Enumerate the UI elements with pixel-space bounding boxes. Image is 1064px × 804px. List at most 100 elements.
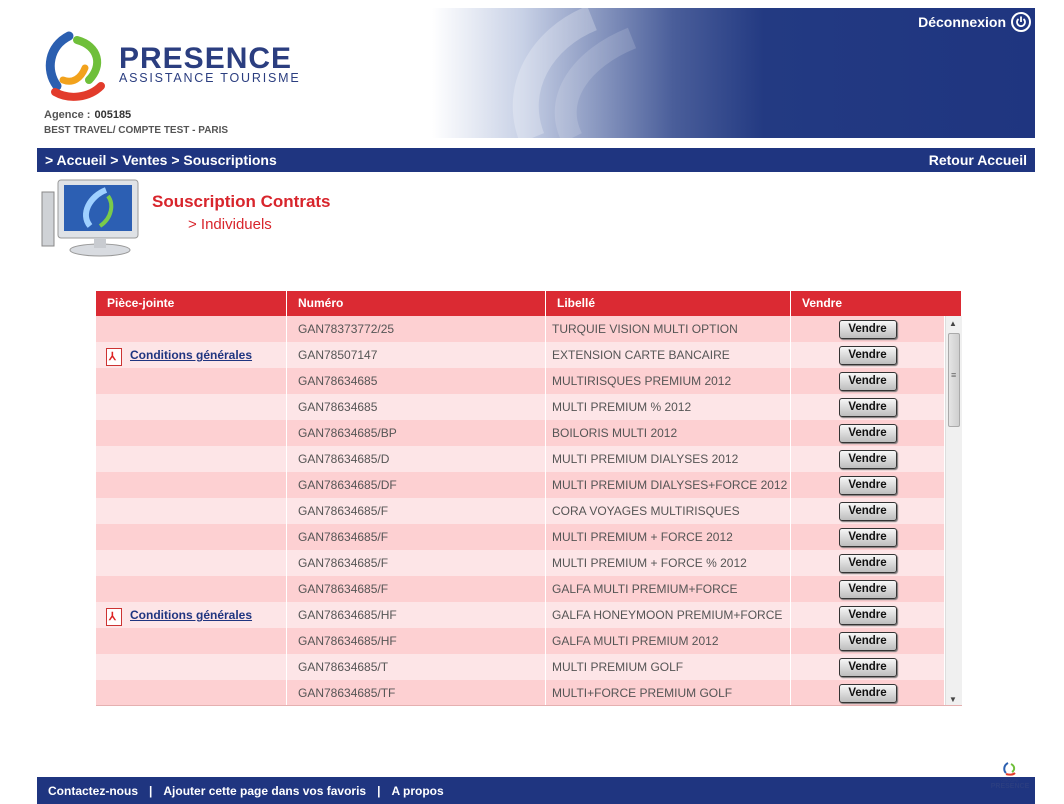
vendre-button[interactable]: Vendre [838,449,897,469]
vendre-button[interactable]: Vendre [838,553,897,573]
agence-code: 005185 [94,109,132,121]
cell-numero: GAN78634685/DF [287,472,546,498]
cell-numero: GAN78634685 [287,394,546,420]
cell-libelle: MULTI PREMIUM + FORCE % 2012 [546,550,791,576]
table-body[interactable]: GAN78373772/25 TURQUIE VISION MULTI OPTIO… [96,316,962,706]
vendre-button[interactable]: Vendre [838,397,897,417]
cell-numero: GAN78634685/BP [287,420,546,446]
cell-numero: GAN78634685/D [287,446,546,472]
vendre-button[interactable]: Vendre [838,605,897,625]
cell-vendre: Vendre [791,680,945,705]
vendre-button[interactable]: Vendre [838,475,897,495]
cell-libelle: TURQUIE VISION MULTI OPTION [546,316,791,342]
monitor-icon [41,179,139,257]
table-row: GAN78634685/T MULTI PREMIUM GOLF Vendre [96,654,962,680]
agence-line: Agence :005185 [44,109,131,121]
cell-vendre: Vendre [791,524,945,550]
col-header-vendre: Vendre [791,291,962,316]
vendre-button[interactable]: Vendre [838,319,897,339]
cell-attachment: Conditions générales [96,602,287,628]
col-header-libelle: Libellé [546,291,791,316]
agence-name: BEST TRAVEL/ COMPTE TEST - PARIS [44,125,229,136]
footer-link-contact[interactable]: Contactez-nous [48,784,138,798]
scroll-down-icon[interactable]: ▼ [949,695,957,704]
cell-attachment [96,628,287,654]
cell-libelle: GALFA MULTI PREMIUM+FORCE [546,576,791,602]
footer-separator: | [149,783,153,798]
cell-vendre: Vendre [791,602,945,628]
groupe-presence-logo: GROUPE PRESENCE [985,762,1035,790]
table-row: GAN78634685/D MULTI PREMIUM DIALYSES 2012… [96,446,962,472]
table-row: GAN78634685/DF MULTI PREMIUM DIALYSES+FOR… [96,472,962,498]
cell-libelle: CORA VOYAGES MULTIRISQUES [546,498,791,524]
table-header: Pièce-jointe Numéro Libellé Vendre [96,291,962,316]
cell-attachment [96,576,287,602]
vendre-button[interactable]: Vendre [838,501,897,521]
breadcrumb-ventes[interactable]: > Ventes [110,152,167,168]
groupe-logo-icon [1003,762,1016,776]
cell-attachment [96,654,287,680]
conditions-link[interactable]: Conditions générales [130,348,252,362]
vendre-button[interactable]: Vendre [838,657,897,677]
table-row: GAN78634685/BP BOILORIS MULTI 2012 Vendre [96,420,962,446]
table-row: Conditions générales GAN78634685/HFGALFA … [96,602,962,628]
page-subtitle: > Individuels [188,216,272,233]
cell-numero: GAN78634685/T [287,654,546,680]
cell-numero: GAN78634685/F [287,498,546,524]
cell-libelle: MULTI PREMIUM % 2012 [546,394,791,420]
cell-vendre: Vendre [791,394,945,420]
pdf-icon[interactable] [106,348,122,366]
table-row: Conditions générales GAN78507147EXTENSION… [96,342,962,368]
scroll-up-icon[interactable]: ▲ [949,319,957,328]
cell-vendre: Vendre [791,316,945,342]
pdf-icon[interactable] [106,608,122,626]
cell-attachment [96,394,287,420]
vendre-button[interactable]: Vendre [838,631,897,651]
table-row: GAN78634685 MULTI PREMIUM % 2012 Vendre [96,394,962,420]
breadcrumb: > Accueil > Ventes > Souscriptions [45,152,277,168]
footer-link-apropos[interactable]: A propos [391,784,443,798]
logout-button[interactable]: Déconnexion [918,12,1031,32]
conditions-link[interactable]: Conditions générales [130,608,252,622]
cell-numero: GAN78634685/F [287,524,546,550]
banner-swirl-graphic [512,8,637,138]
cell-attachment [96,446,287,472]
vendre-button[interactable]: Vendre [838,527,897,547]
table-row: GAN78373772/25 TURQUIE VISION MULTI OPTIO… [96,316,962,342]
cell-numero: GAN78634685 [287,368,546,394]
col-header-piece-jointe: Pièce-jointe [96,291,287,316]
footer-separator: | [377,783,381,798]
vendre-button[interactable]: Vendre [838,579,897,599]
vendre-button[interactable]: Vendre [838,371,897,391]
cell-libelle: MULTIRISQUES PREMIUM 2012 [546,368,791,394]
breadcrumb-accueil[interactable]: > Accueil [45,152,106,168]
back-home-link[interactable]: Retour Accueil [929,152,1027,168]
cell-libelle: MULTI+FORCE PREMIUM GOLF [546,680,791,705]
table-row: GAN78634685/F CORA VOYAGES MULTIRISQUES Ve… [96,498,962,524]
cell-attachment [96,472,287,498]
table-scrollbar[interactable]: ▲ ▼ [945,316,962,705]
cell-vendre: Vendre [791,472,945,498]
col-header-numero: Numéro [287,291,546,316]
vendre-button[interactable]: Vendre [838,423,897,443]
table-row: GAN78634685/TF MULTI+FORCE PREMIUM GOLF Ve… [96,680,962,705]
vendre-button[interactable]: Vendre [838,345,897,365]
cell-attachment [96,498,287,524]
cell-vendre: Vendre [791,628,945,654]
footer-link-favoris[interactable]: Ajouter cette page dans vos favoris [163,784,366,798]
cell-libelle: BOILORIS MULTI 2012 [546,420,791,446]
scroll-thumb[interactable] [948,333,960,427]
cell-vendre: Vendre [791,654,945,680]
cell-numero: GAN78634685/HF [287,602,546,628]
vendre-button[interactable]: Vendre [838,683,897,703]
power-icon [1011,12,1031,32]
brand-tagline: ASSISTANCE TOURISME [119,71,301,85]
breadcrumb-souscriptions[interactable]: > Souscriptions [171,152,276,168]
table-row: GAN78634685/F MULTI PREMIUM + FORCE % 201… [96,550,962,576]
cell-attachment [96,420,287,446]
cell-attachment [96,368,287,394]
cell-vendre: Vendre [791,342,945,368]
agence-label: Agence : [44,109,91,121]
logout-label: Déconnexion [918,14,1006,30]
table-row: GAN78634685/HF GALFA MULTI PREMIUM 2012 Ve… [96,628,962,654]
